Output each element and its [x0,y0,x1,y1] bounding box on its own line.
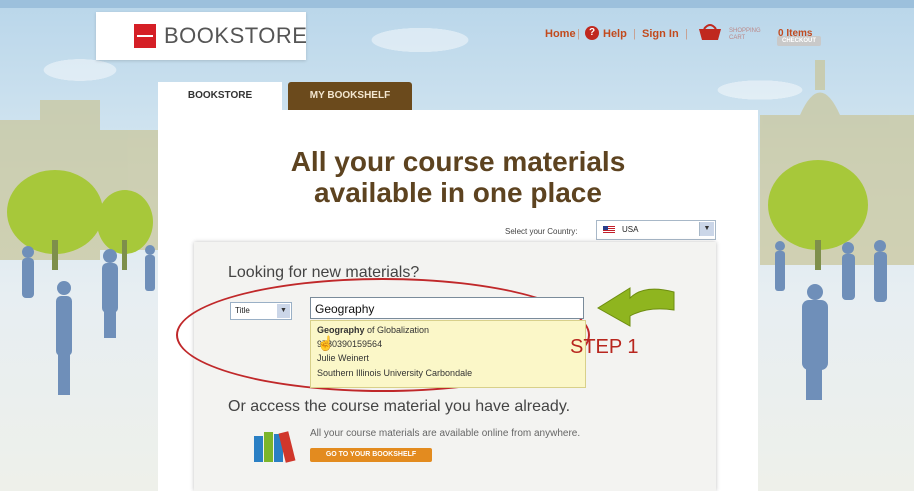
country-select[interactable]: USA ▼ [596,220,716,240]
chevron-down-icon[interactable]: ▼ [277,304,290,318]
cart-label-line1: SHOPPING [729,28,761,34]
suggestion-title: Geography of Globalization [317,325,429,335]
go-to-bookshelf-button[interactable]: GO TO YOUR BOOKSHELF [310,448,432,462]
search-type-value: Title [235,306,250,315]
books-icon [254,431,296,463]
home-link[interactable]: Home [545,28,576,40]
suggestion-title-rest: of Globalization [364,325,430,335]
shopping-cart-label[interactable]: SHOPPING CART [729,28,761,42]
tab-bookstore[interactable]: BOOKSTORE [158,82,282,110]
top-stripe [0,0,914,8]
help-icon[interactable]: ? [585,26,599,40]
search-input[interactable]: Geography [310,297,584,319]
bookshelf-heading: Or access the course material you have a… [228,398,571,415]
bookshelf-description: All your course materials are available … [310,428,581,439]
sign-in-link[interactable]: Sign In [642,28,679,40]
step-label: STEP 1 [570,336,639,358]
checkout-button[interactable]: CHECKOUT [777,36,821,46]
hand-pointer-icon: ☝ [317,335,335,351]
suggestion-title-bold: Geography [317,325,365,335]
autocomplete-suggestion[interactable]: Geography of Globalization 9780390159564… [310,320,586,388]
headline-line1: All your course materials [290,146,626,177]
logo-text: BOOKSTORE [164,23,308,48]
search-section: Looking for new materials? Title ▼ Geogr… [176,242,716,491]
headline-line2: available in one place [314,177,602,208]
suggestion-author: Julie Weinert [317,353,369,363]
nav-separator: | [577,28,580,40]
main-panel: All your course materials available in o… [158,110,758,491]
country-label: Select your Country: [505,227,578,236]
nav-separator: | [633,28,636,40]
suggestion-school: Southern Illinois University Carbondale [317,368,473,378]
chevron-down-icon[interactable]: ▼ [699,222,714,236]
cart-label-line2: CART [729,35,746,41]
nav-separator: | [685,28,688,40]
us-flag-icon [603,226,615,234]
page-headline: All your course materials available in o… [158,146,758,208]
search-type-select[interactable]: Title ▼ [230,302,292,320]
country-value: USA [622,225,639,234]
green-arrow-icon [597,287,675,327]
mcgraw-hill-logo-icon [134,24,156,48]
logo[interactable]: BOOKSTORE [96,12,308,60]
shopping-basket-icon[interactable] [697,22,723,42]
tab-my-bookshelf[interactable]: MY BOOKSHELF [288,82,412,110]
help-link[interactable]: Help [603,28,627,40]
